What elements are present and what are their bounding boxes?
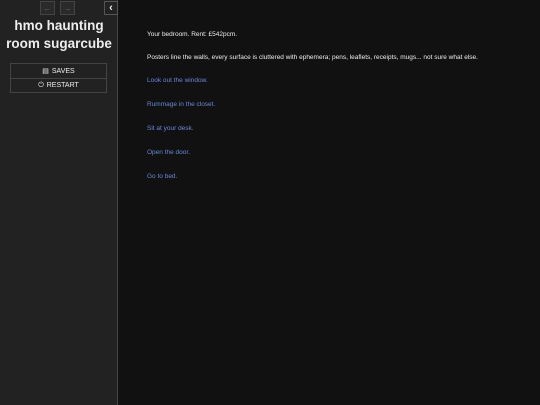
story-menu: ▤ SAVES ⏻ RESTART [10,63,107,93]
arrow-right-icon: → [63,3,72,13]
link-sit-at-desk[interactable]: Sit at your desk. [147,124,527,133]
choice-list: Look out the window. Rummage in the clos… [147,76,527,181]
passage: Your bedroom. Rent: £542pcm. Posters lin… [147,30,527,181]
history-controls: ← → [40,1,75,15]
room-description: Your bedroom. Rent: £542pcm. [147,31,238,38]
saves-button[interactable]: ▤ SAVES [11,64,106,78]
chevron-left-icon: ‹ [109,2,113,14]
link-look-out-window[interactable]: Look out the window. [147,76,527,85]
power-icon: ⏻ [38,81,44,89]
sidebar-toggle-button[interactable]: ‹ [104,1,118,15]
floppy-disk-icon: ▤ [42,68,49,75]
history-back-button[interactable]: ← [40,1,55,15]
room-detail: Posters line the walls, every surface is… [147,54,478,61]
link-rummage-closet[interactable]: Rummage in the closet. [147,100,527,109]
arrow-left-icon: ← [43,3,52,13]
restart-button[interactable]: ⏻ RESTART [11,78,106,92]
sidebar: ← → ‹ hmo haunting room sugarcube ▤ SAVE… [0,0,118,405]
saves-label: SAVES [51,67,75,75]
link-open-door[interactable]: Open the door. [147,148,527,157]
link-go-to-bed[interactable]: Go to bed. [147,172,527,181]
history-forward-button[interactable]: → [60,1,75,15]
restart-label: RESTART [46,82,79,89]
story-title: hmo haunting room sugarcube [6,18,112,51]
